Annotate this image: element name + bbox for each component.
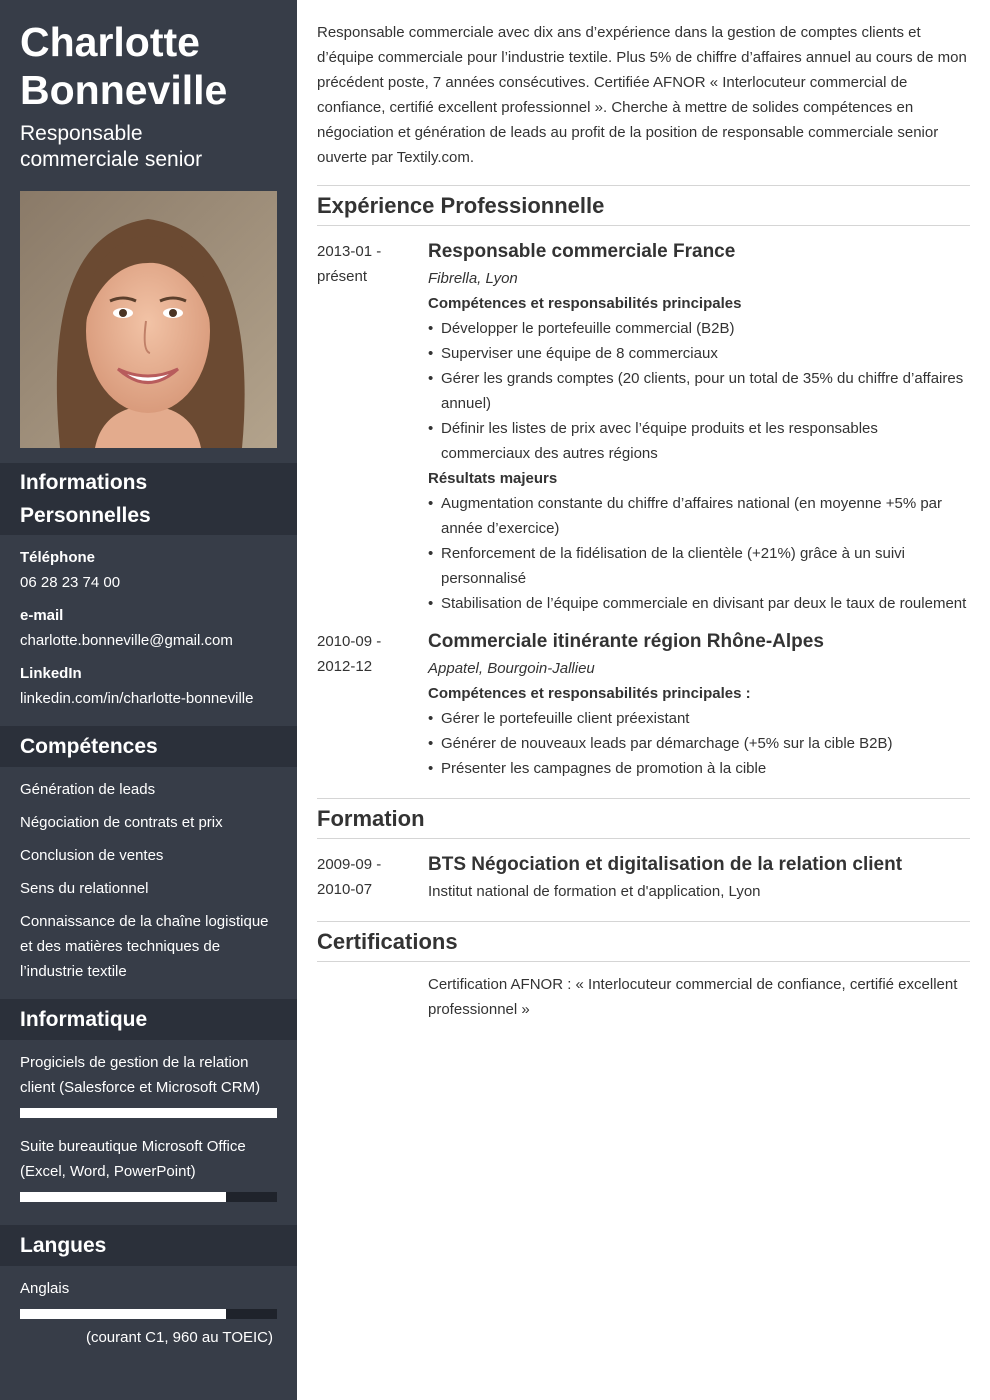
it-skill-1: Progiciels de gestion de la relation cli… [20,1050,277,1118]
list-item: Développer le portefeuille commercial (B… [428,316,970,341]
language-note: (courant C1, 960 au TOEIC) [85,1329,273,1346]
candidate-name: Charlotte Bonneville [20,19,228,113]
list-item: Gérer le portefeuille client préexistant [428,706,970,731]
it-skill-level-bar [20,1192,277,1202]
languages-heading: Langues [0,1225,297,1266]
sidebar: Charlotte Bonneville Responsable commerc… [0,0,297,1400]
language-label: Anglais [20,1280,70,1297]
language-level-bar [20,1309,277,1319]
list-item: Présenter les campagnes de promotion à l… [428,756,970,781]
skill-item: Conclusion de ventes [20,847,164,864]
job-subheading: Compétences et responsabilités principal… [428,295,742,312]
list-item: Superviser une équipe de 8 commerciaux [428,341,970,366]
candidate-title: Responsable commerciale senior [20,122,203,171]
school-name: Institut national de formation et d'appl… [428,883,761,900]
job-subheading: Résultats majeurs [428,470,558,487]
skill-item: Génération de leads [20,781,156,798]
job-title: Responsable commerciale France [428,241,736,262]
education-date: 2009-09 - 2010-07 [317,856,382,898]
experience-heading: Expérience Professionnelle [317,185,970,226]
personal-info: Téléphone 06 28 23 74 00 e-mail charlott… [20,545,280,711]
it-skill-label: Progiciels de gestion de la relation cli… [20,1054,261,1096]
job-date: 2010-09 - 2012-12 [317,633,382,675]
list-item: Augmentation constante du chiffre d’affa… [428,491,970,541]
list-item: Définir les listes de prix avec l’équipe… [428,416,970,466]
it-skill-level-fill [20,1108,277,1118]
certifications-heading: Certifications [317,921,970,962]
email-label: e-mail [20,607,64,624]
job-responsibilities: Gérer le portefeuille client préexistant… [428,706,970,781]
it-skill-2: Suite bureautique Microsoft Office (Exce… [20,1134,277,1202]
list-item: Stabilisation de l’équipe commerciale en… [428,591,970,616]
job-results: Augmentation constante du chiffre d’affa… [428,491,970,616]
skill-item: Négociation de contrats et prix [20,814,223,831]
job-company: Appatel, Bourgoin-Jallieu [428,660,595,677]
list-item: Renforcement de la fidélisation de la cl… [428,541,970,591]
job-title: Commerciale itinérante région Rhône-Alpe… [428,631,824,652]
skill-item: Connaissance de la chaîne logistique et … [20,913,269,980]
job-company: Fibrella, Lyon [428,270,518,287]
job-date: 2013-01 - présent [317,243,382,285]
it-skill-level-fill [20,1192,226,1202]
person-photo-icon [20,191,277,448]
it-skill-label: Suite bureautique Microsoft Office (Exce… [20,1138,246,1180]
list-item: Générer de nouveaux leads par démarchage… [428,731,970,756]
education-content: BTS Négociation et digitalisation de la … [428,852,970,904]
job-subheading: Compétences et responsabilités principal… [428,685,751,702]
skills-heading: Compétences [0,726,297,767]
phone-value[interactable]: 06 28 23 74 00 [20,570,280,595]
certification-content: Certification AFNOR : « Interlocuteur co… [428,972,970,1022]
phone-label: Téléphone [20,549,96,566]
profile-photo [20,191,277,448]
linkedin-value[interactable]: linkedin.com/in/charlotte-bonneville [20,686,280,711]
language-level-fill [20,1309,226,1319]
skills-list: Génération de leads Négociation de contr… [20,777,277,992]
email-value[interactable]: charlotte.bonneville@gmail.com [20,628,280,653]
job-content: Responsable commerciale France Fibrella,… [428,239,970,616]
list-item: Gérer les grands comptes (20 clients, po… [428,366,970,416]
education-heading: Formation [317,798,970,839]
job-content: Commerciale itinérante région Rhône-Alpe… [428,629,970,781]
certification-text: Certification AFNOR : « Interlocuteur co… [428,976,958,1018]
personal-info-heading: Informations Personnelles [0,463,297,535]
professional-summary: Responsable commerciale avec dix ans d’e… [317,24,967,166]
linkedin-label: LinkedIn [20,665,82,682]
language-item: Anglais (courant C1, 960 au TOEIC) [20,1276,277,1350]
degree-title: BTS Négociation et digitalisation de la … [428,854,903,875]
it-heading: Informatique [0,999,297,1040]
skill-item: Sens du relationnel [20,880,149,897]
it-skill-level-bar [20,1108,277,1118]
job-responsibilities: Développer le portefeuille commercial (B… [428,316,970,466]
